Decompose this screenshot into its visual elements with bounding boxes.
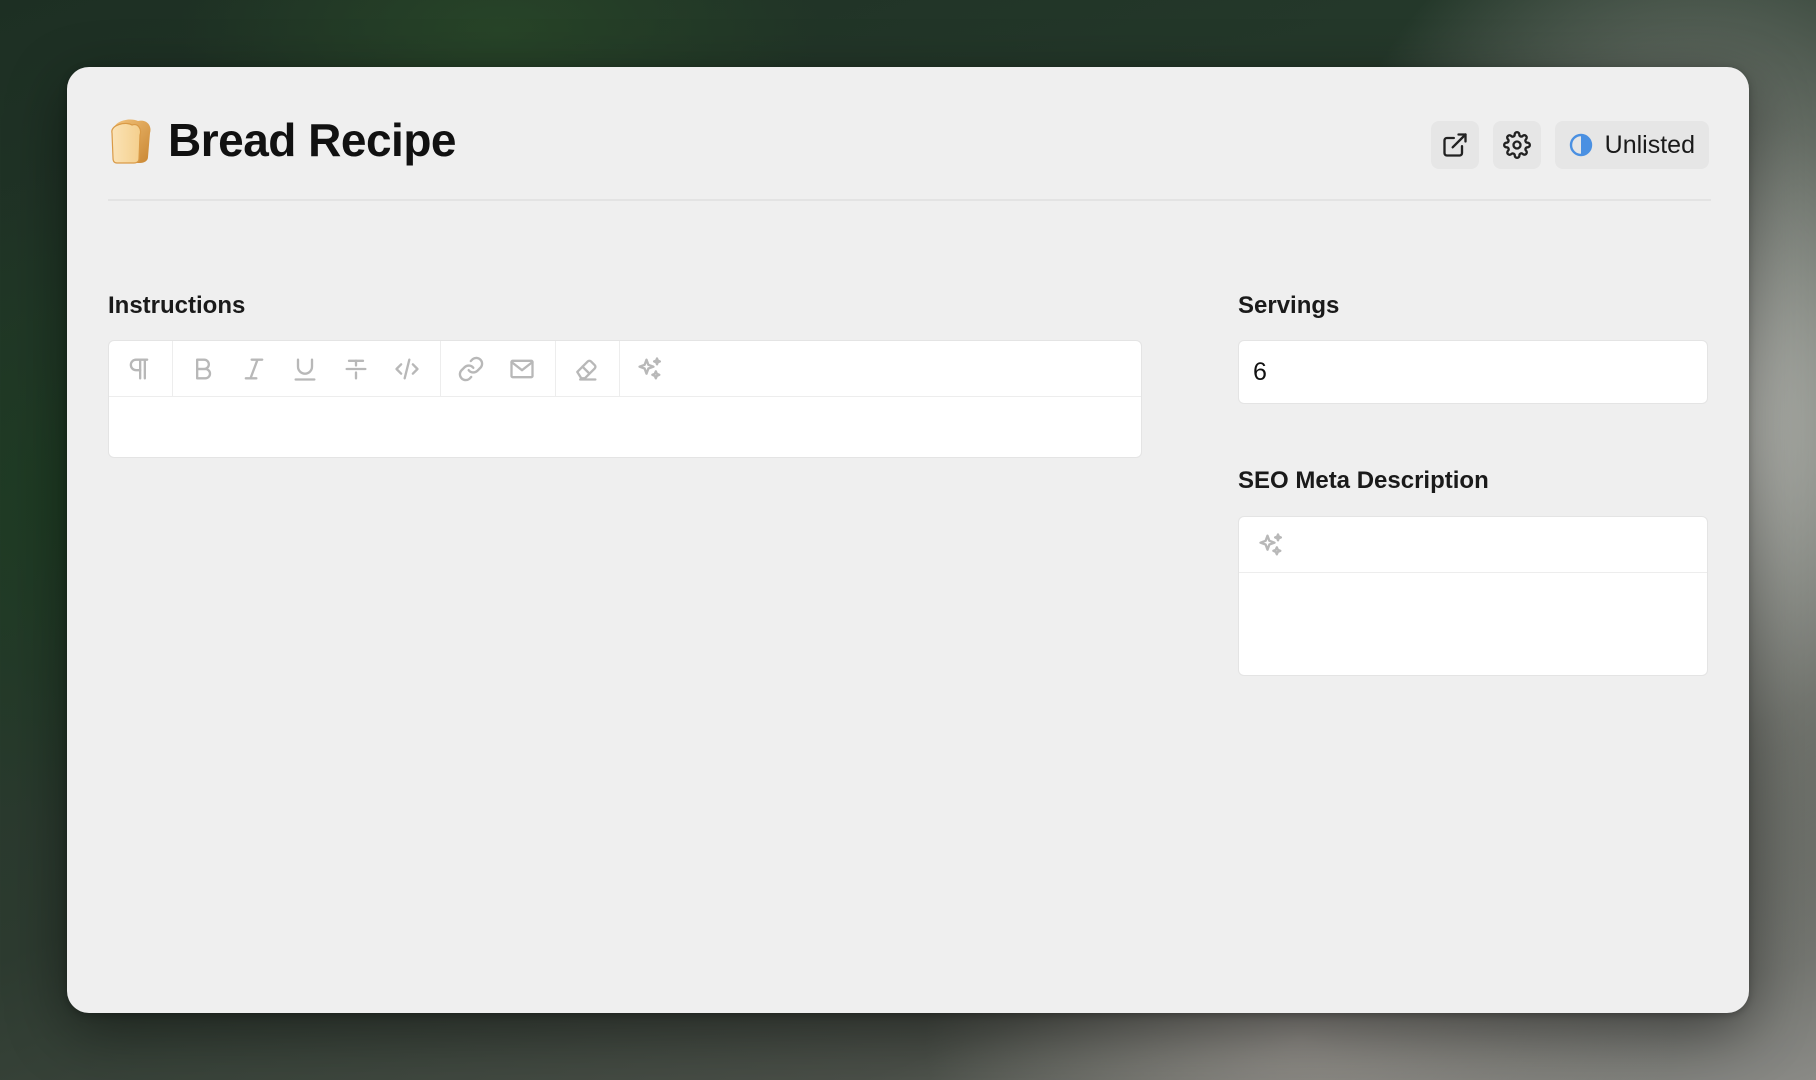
half-circle-icon [1569, 133, 1592, 157]
page-title: Bread Recipe [168, 114, 457, 166]
servings-input[interactable]: 6 [1238, 340, 1708, 404]
seo-description-label: SEO Meta Description [1238, 467, 1489, 494]
seo-text-area[interactable] [1239, 573, 1707, 673]
strikethrough-icon [345, 359, 367, 379]
italic-icon [244, 358, 264, 379]
toolbar-group-ai [620, 341, 683, 396]
link-icon [458, 356, 484, 381]
instructions-label: Instructions [108, 292, 246, 319]
bold-icon [196, 358, 212, 379]
sparkles-icon [638, 356, 662, 379]
toolbar-group-format [173, 341, 441, 396]
visibility-status-button[interactable]: Unlisted [1554, 121, 1709, 169]
seo-ai-assist-button[interactable] [1249, 523, 1293, 567]
toolbar-group-clear [556, 341, 620, 396]
code-icon [395, 358, 419, 379]
seo-description-editor [1238, 516, 1708, 676]
instructions-toolbar [109, 341, 1141, 397]
underline-icon [294, 358, 316, 381]
page-header: Bread Recipe Unlisted [108, 67, 1711, 201]
eraser-icon [576, 359, 597, 381]
instructions-editor [108, 340, 1142, 458]
underline-button[interactable] [283, 347, 327, 391]
italic-button[interactable] [232, 347, 276, 391]
header-actions: Unlisted [1430, 121, 1709, 169]
bread-icon [108, 115, 156, 165]
seo-toolbar [1239, 517, 1707, 573]
app-window: Bread Recipe Unlisted Instructions Servi… [67, 67, 1749, 1013]
ai-assist-button[interactable] [628, 347, 672, 391]
envelope-icon [510, 359, 534, 378]
open-external-button[interactable] [1430, 121, 1479, 169]
toolbar-group-paragraph [109, 341, 173, 396]
code-button[interactable] [385, 347, 429, 391]
paragraph-button[interactable] [117, 347, 161, 391]
title-wrap: Bread Recipe [108, 114, 457, 166]
email-button[interactable] [500, 347, 544, 391]
bold-button[interactable] [181, 347, 225, 391]
servings-label: Servings [1238, 292, 1340, 319]
pilcrow-icon [129, 358, 149, 379]
settings-button[interactable] [1492, 121, 1541, 169]
instructions-text-area[interactable] [109, 397, 1141, 459]
link-button[interactable] [449, 347, 493, 391]
status-label: Unlisted [1604, 130, 1695, 159]
sparkles-icon [1259, 532, 1283, 555]
toolbar-group-links [441, 341, 556, 396]
clear-formatting-button[interactable] [564, 347, 608, 391]
strikethrough-button[interactable] [334, 347, 378, 391]
external-link-icon [1443, 133, 1467, 157]
gear-icon [1502, 131, 1531, 159]
